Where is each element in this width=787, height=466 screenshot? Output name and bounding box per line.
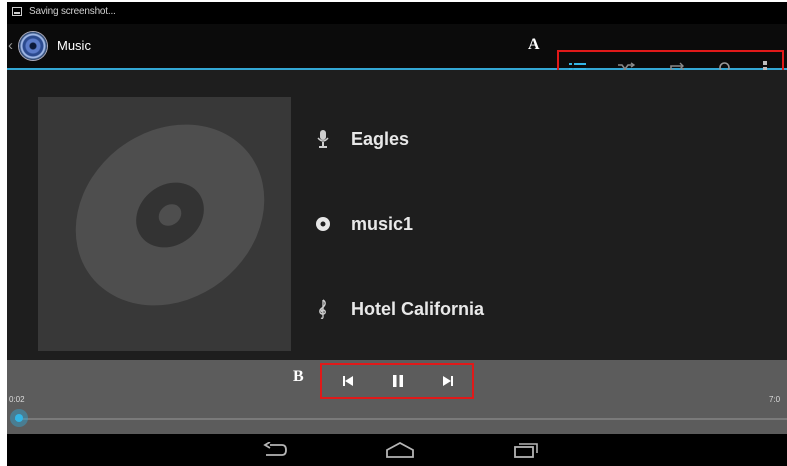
pause-button[interactable] — [378, 365, 418, 397]
song-row: Hotel California — [313, 294, 484, 324]
music-app-icon[interactable] — [19, 32, 47, 60]
pause-icon — [393, 375, 403, 387]
back-button[interactable] — [255, 438, 295, 462]
home-icon — [386, 442, 414, 458]
album-art[interactable] — [38, 97, 291, 351]
song-title: Hotel California — [351, 298, 485, 319]
artist-name: Eagles — [351, 128, 410, 149]
app-title: Music — [57, 38, 91, 53]
back-icon — [263, 442, 287, 456]
controls-highlight-b — [320, 363, 474, 399]
seek-thumb[interactable] — [9, 409, 28, 427]
next-button[interactable] — [428, 365, 468, 397]
album-row: music1 — [313, 209, 413, 239]
disc-icon — [313, 214, 333, 234]
recent-apps-button[interactable] — [506, 438, 546, 462]
playback-controls: 0:02 7:0 — [7, 360, 787, 434]
microphone-icon — [313, 129, 333, 149]
disc-placeholder-art — [75, 124, 265, 306]
screenshot-icon — [12, 7, 22, 16]
treble-clef-icon — [313, 299, 333, 319]
album-name: music1 — [351, 213, 414, 234]
status-text: Saving screenshot... — [29, 6, 116, 17]
device-screen: Saving screenshot... ‹ Music A Eagles mu… — [7, 2, 787, 466]
artist-row: Eagles — [313, 124, 409, 154]
seek-bar[interactable] — [15, 418, 787, 420]
previous-button[interactable] — [328, 365, 368, 397]
skip-next-icon — [443, 376, 453, 386]
total-time: 7:0 — [769, 395, 781, 404]
elapsed-time: 0:02 — [9, 395, 25, 404]
action-bar: ‹ Music — [7, 24, 787, 87]
home-button[interactable] — [380, 438, 420, 462]
system-navigation-bar — [7, 434, 787, 466]
now-playing-panel: Eagles music1 Hotel California — [7, 70, 787, 360]
annotation-label-a: A — [528, 36, 540, 53]
recent-apps-icon — [514, 443, 538, 458]
status-bar: Saving screenshot... — [7, 2, 787, 24]
annotation-label-b: B — [293, 368, 304, 385]
up-chevron-icon[interactable]: ‹ — [8, 37, 13, 54]
skip-previous-icon — [343, 376, 353, 386]
